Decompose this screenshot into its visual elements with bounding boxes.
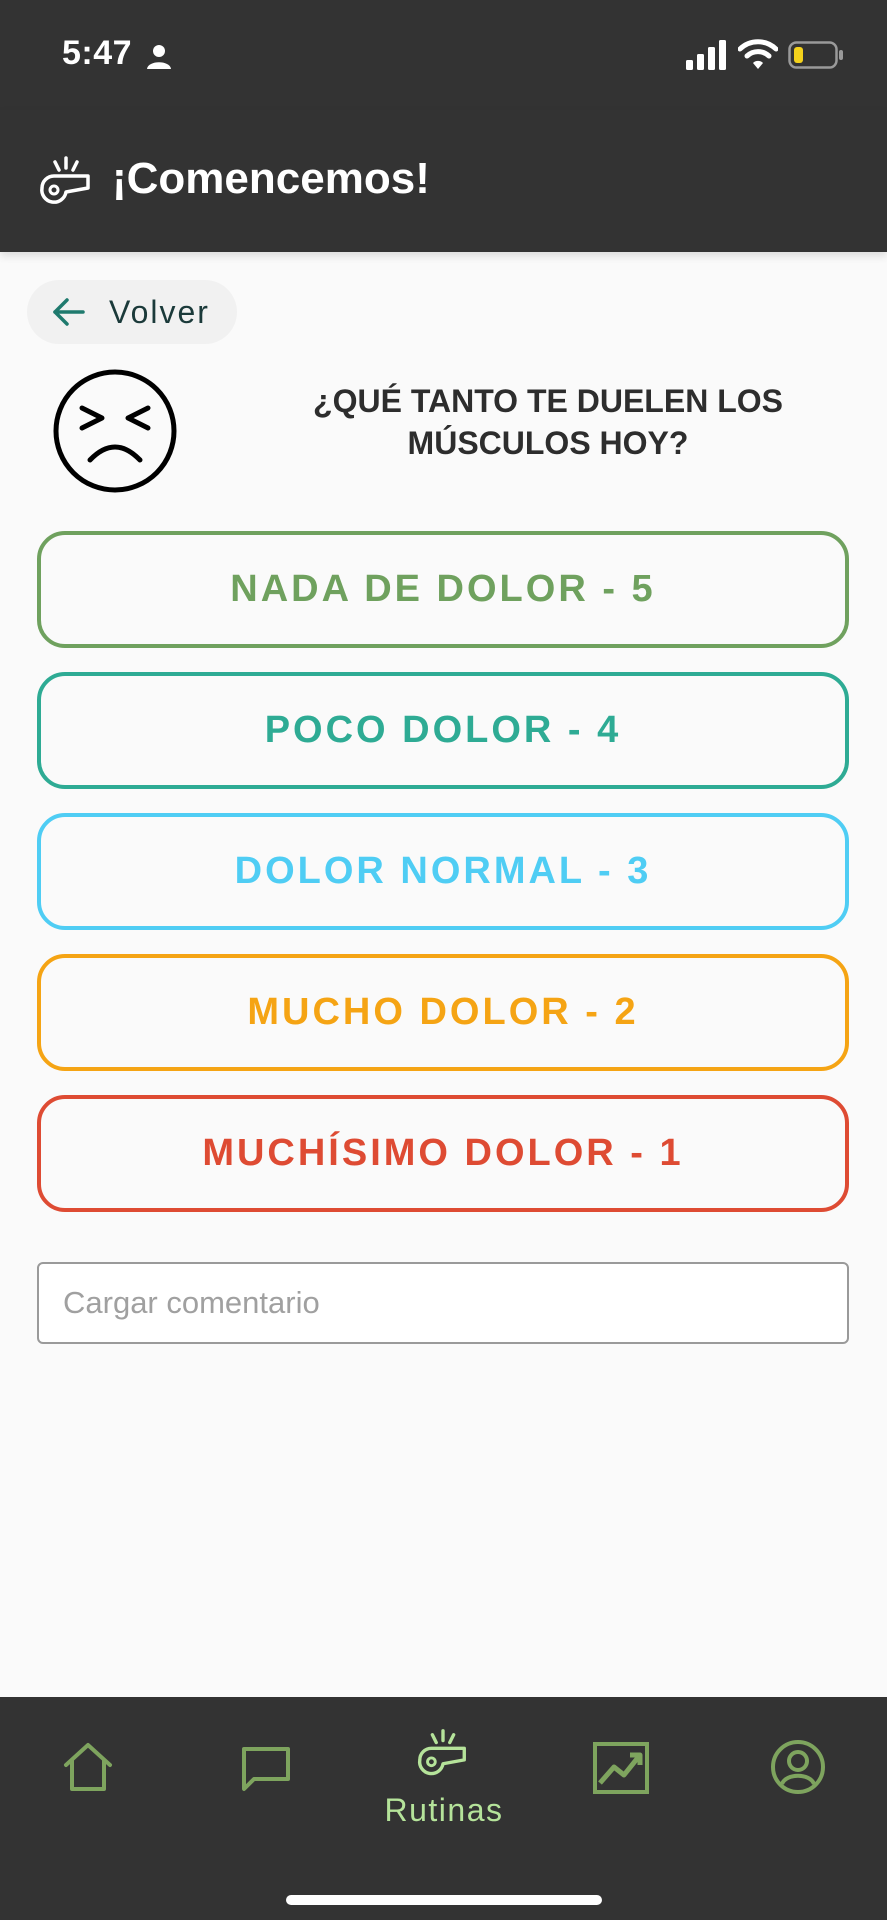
app-bar: ¡Comencemos!: [0, 110, 887, 252]
question-text: ¿QUÉ TANTO TE DUELEN LOS MÚSCULOS HOY?: [313, 383, 783, 461]
profile-icon[interactable]: [770, 1739, 826, 1800]
chat-icon[interactable]: [240, 1745, 292, 1800]
back-label: Volver: [109, 293, 210, 330]
page-title: ¡Comencemos!: [112, 154, 430, 203]
option-nada-de-dolor[interactable]: NADA DE DOLOR - 5: [37, 531, 849, 648]
person-icon: [146, 44, 172, 75]
status-bar: 5:47: [0, 0, 887, 110]
pained-face-icon: [52, 368, 178, 499]
whistle-icon[interactable]: [414, 1727, 472, 1790]
home-indicator: [286, 1895, 602, 1905]
option-mucho-dolor[interactable]: MUCHO DOLOR - 2: [37, 954, 849, 1071]
comment-input[interactable]: [37, 1262, 849, 1344]
nav-label-rutinas[interactable]: Rutinas: [382, 1792, 506, 1829]
chart-icon[interactable]: [592, 1741, 650, 1800]
bottom-nav: Rutinas: [0, 1697, 887, 1920]
status-time: 5:47: [62, 34, 133, 72]
option-muchisimo-dolor[interactable]: MUCHÍSIMO DOLOR - 1: [37, 1095, 849, 1212]
signal-icon: [686, 40, 728, 75]
back-button[interactable]: Volver: [27, 280, 237, 344]
option-dolor-normal[interactable]: DOLOR NORMAL - 3: [37, 813, 849, 930]
option-poco-dolor[interactable]: POCO DOLOR - 4: [37, 672, 849, 789]
arrow-left-icon: [53, 298, 85, 326]
home-icon[interactable]: [60, 1739, 116, 1800]
wifi-icon: [737, 38, 779, 75]
battery-icon: [788, 41, 844, 74]
whistle-icon: [36, 154, 96, 219]
